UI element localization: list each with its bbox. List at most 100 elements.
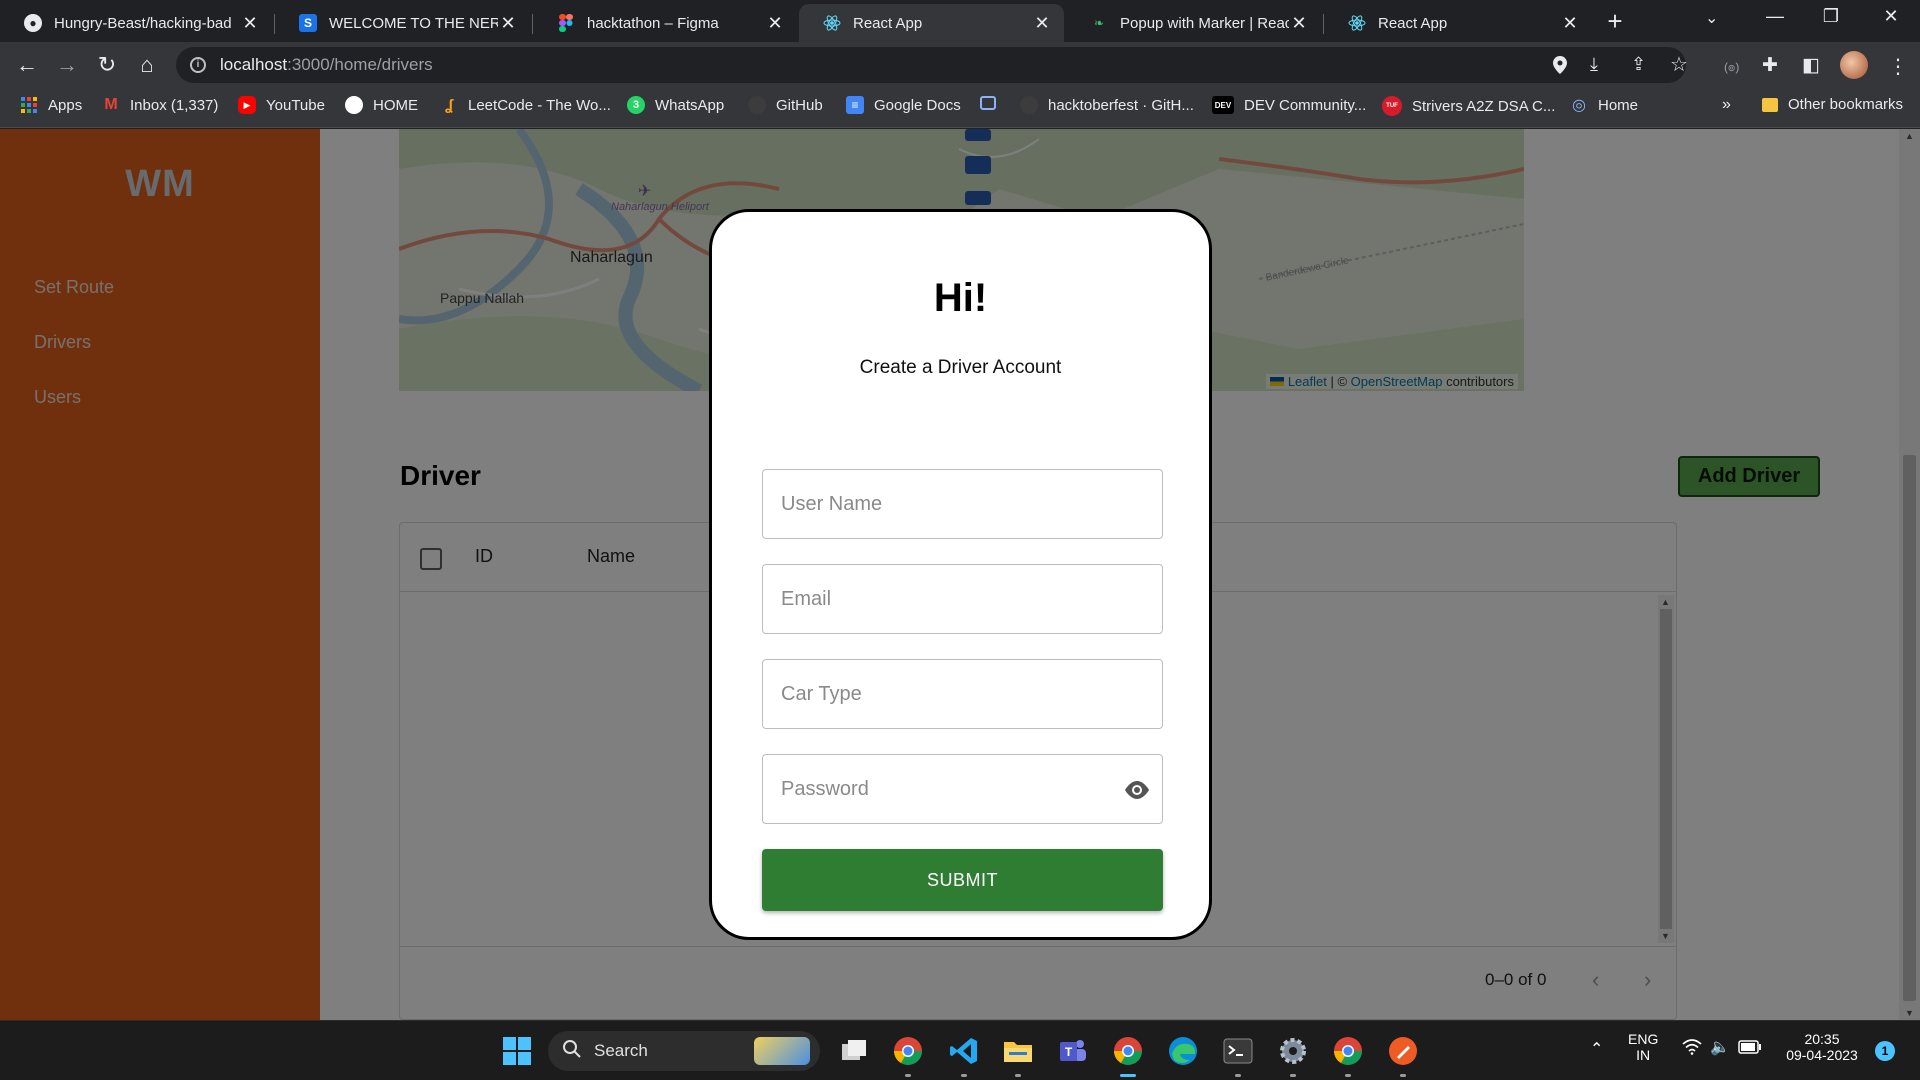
username-input[interactable] — [763, 470, 1162, 538]
github-icon: ● — [24, 14, 42, 32]
show-password-eye-icon[interactable] — [1122, 778, 1152, 802]
react-icon — [1348, 14, 1366, 32]
profile-avatar[interactable] — [1840, 51, 1868, 79]
bookmark-untitled[interactable] — [980, 96, 1006, 110]
modal-subtitle: Create a Driver Account — [859, 357, 1062, 378]
menu-kebab-icon[interactable]: ⋮ — [1888, 54, 1908, 79]
tab-title: React App — [853, 14, 923, 32]
bookmark-star-icon[interactable]: ☆ — [1670, 52, 1688, 77]
bookmark-hacktoberfest[interactable]: hacktoberfest · GitH... — [1020, 96, 1194, 114]
address-bar[interactable]: i localhost:3000/home/drivers — [176, 47, 1686, 83]
search-icon — [562, 1039, 582, 1064]
task-view-icon[interactable] — [836, 1033, 872, 1069]
vscode-icon[interactable] — [946, 1033, 982, 1077]
email-input[interactable] — [763, 565, 1162, 633]
bookmark-youtube[interactable]: ▶ YouTube — [238, 96, 325, 114]
bookmark-strivers[interactable]: TUF Strivers A2Z DSA C... — [1382, 96, 1555, 116]
s-logo-icon: S — [299, 14, 317, 32]
notification-badge[interactable]: 1 — [1875, 1041, 1895, 1061]
file-explorer-icon[interactable] — [1000, 1033, 1036, 1077]
edge-icon[interactable] — [1165, 1033, 1201, 1069]
share-icon[interactable]: ⇪ — [1631, 54, 1646, 75]
reload-icon[interactable]: ↻ — [92, 50, 122, 80]
bookmark-label: hacktoberfest · GitH... — [1048, 96, 1194, 114]
teams-icon[interactable]: T — [1055, 1033, 1091, 1069]
volume-icon[interactable]: 🔈 — [1710, 1037, 1730, 1057]
clock[interactable]: 20:35 09-04-2023 — [1772, 1031, 1872, 1063]
postman-icon[interactable] — [1385, 1033, 1421, 1077]
bookmark-apps[interactable]: Apps — [20, 96, 82, 114]
extensions-icon[interactable]: ✚ — [1762, 54, 1778, 77]
folder-icon — [1762, 97, 1778, 112]
new-tab-button[interactable]: + — [1599, 6, 1631, 38]
password-field[interactable] — [762, 754, 1163, 824]
terminal-icon[interactable] — [1220, 1033, 1256, 1077]
wifi-icon[interactable] — [1682, 1039, 1702, 1058]
other-bookmarks[interactable]: Other bookmarks — [1762, 96, 1903, 113]
tab-react-app-active[interactable]: React App ✕ — [799, 4, 1064, 42]
tab-react-app[interactable]: React App ✕ — [1324, 4, 1592, 42]
install-app-icon[interactable]: ⤓ — [1590, 54, 1598, 75]
bookmark-google-docs[interactable]: ≡ Google Docs — [846, 96, 961, 114]
close-icon[interactable]: ✕ — [498, 13, 518, 34]
side-panel-icon[interactable]: ◧ — [1802, 54, 1820, 77]
taskbar-search-box[interactable]: Search — [548, 1031, 820, 1071]
chrome-icon[interactable] — [1330, 1033, 1366, 1077]
location-pin-icon[interactable] — [1553, 56, 1567, 79]
submit-button[interactable]: SUBMIT — [762, 849, 1163, 911]
bookmarks-overflow-button[interactable]: » — [1722, 96, 1731, 114]
bookmark-leetcode[interactable]: ʆ LeetCode - The Wo... — [440, 96, 611, 114]
whatsapp-icon: 3 — [627, 96, 645, 114]
settings-icon[interactable] — [1275, 1033, 1311, 1077]
bookmark-label: YouTube — [266, 96, 325, 114]
bookmark-label: HOME — [373, 96, 418, 114]
forward-icon[interactable]: → — [52, 50, 82, 80]
close-icon[interactable]: ✕ — [1289, 13, 1309, 34]
car-type-input[interactable] — [763, 660, 1162, 728]
search-label: Search — [594, 1041, 648, 1060]
username-field[interactable] — [762, 469, 1163, 539]
bookmark-inbox[interactable]: M Inbox (1,337) — [102, 96, 218, 114]
web-page: WM Set Route Drivers Users ✈ Naha — [0, 129, 1920, 1020]
tab-search-icon[interactable]: ⌄ — [1705, 8, 1718, 28]
bookmark-github[interactable]: GitHub — [748, 96, 823, 114]
email-field[interactable] — [762, 564, 1163, 634]
bookmark-whatsapp[interactable]: 3 WhatsApp — [627, 96, 724, 114]
minimize-icon[interactable]: — — [1752, 6, 1798, 27]
tab-figma[interactable]: hacktathon – Figma ✕ — [533, 4, 797, 42]
restore-icon[interactable]: ❐ — [1808, 6, 1854, 27]
show-hidden-icons-chevron-icon[interactable]: ⌃ — [1590, 1039, 1603, 1059]
close-icon[interactable]: ✕ — [1560, 13, 1580, 34]
tab-title: Popup with Marker | React — [1120, 14, 1289, 32]
bookmark-dev[interactable]: DEV DEV Community... — [1212, 96, 1366, 114]
tab-title: Hungry-Beast/hacking-bad — [54, 14, 232, 32]
language-indicator[interactable]: ENG IN — [1628, 1031, 1658, 1063]
battery-icon[interactable] — [1738, 1040, 1762, 1057]
google-docs-icon: ≡ — [846, 96, 864, 114]
close-icon[interactable]: ✕ — [1032, 13, 1052, 34]
clock-time: 20:35 — [1804, 1031, 1840, 1047]
tab-popup-marker[interactable]: ❧ Popup with Marker | React ✕ — [1066, 4, 1321, 42]
tab-title: hacktathon – Figma — [587, 14, 719, 32]
bookmark-label: Google Docs — [874, 96, 961, 114]
close-icon[interactable]: ✕ — [240, 13, 260, 34]
search-highlight-icon — [754, 1037, 810, 1065]
car-type-field[interactable] — [762, 659, 1163, 729]
home-icon[interactable]: ⌂ — [132, 50, 162, 80]
close-window-icon[interactable]: ✕ — [1868, 6, 1914, 27]
back-icon[interactable]: ← — [12, 50, 42, 80]
apps-grid-icon — [20, 96, 38, 114]
bookmark-home-2[interactable]: ◎ Home — [1570, 96, 1638, 115]
bookmark-home[interactable]: HOME — [345, 96, 418, 114]
chrome-icon[interactable] — [1110, 1033, 1146, 1077]
cast-icon[interactable]: (๏) — [1724, 58, 1739, 77]
tab-nerist[interactable]: S WELCOME TO THE NERIST ✕ — [275, 4, 530, 42]
bookmarks-bar: Apps M Inbox (1,337) ▶ YouTube HOME ʆ LeetC… — [0, 88, 1920, 128]
close-icon[interactable]: ✕ — [765, 13, 785, 34]
chrome-icon[interactable] — [890, 1033, 926, 1077]
windows-start-icon[interactable] — [499, 1033, 535, 1069]
tab-github-hacking-bad[interactable]: ● Hungry-Beast/hacking-bad ✕ — [0, 4, 272, 42]
site-info-icon[interactable]: i — [190, 57, 206, 73]
dev-icon: DEV — [1212, 96, 1234, 114]
password-input[interactable] — [763, 755, 1162, 823]
